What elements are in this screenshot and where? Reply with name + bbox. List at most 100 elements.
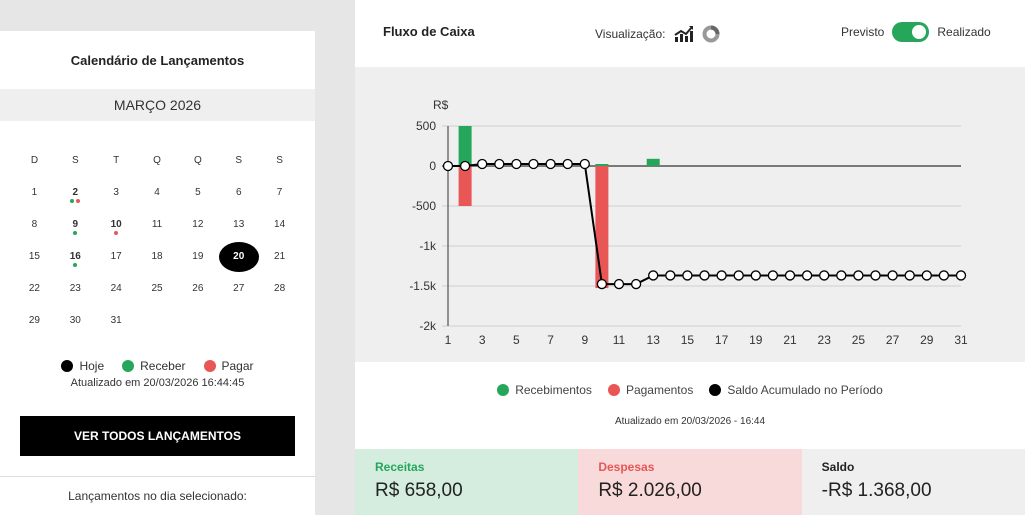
- month-label[interactable]: MARÇO 2026: [0, 89, 315, 121]
- day-number: 4: [154, 187, 160, 198]
- day-number: 5: [195, 187, 201, 198]
- view-all-button[interactable]: VER TODOS LANÇAMENTOS: [20, 416, 295, 456]
- y-tick-label: 0: [429, 159, 436, 173]
- line-chart-icon[interactable]: [673, 26, 694, 42]
- day-number: 31: [110, 315, 122, 326]
- calendar-day[interactable]: 28: [259, 273, 300, 305]
- x-tick-label: 29: [920, 333, 934, 347]
- chart-svg: R$5000-500-1k-1.5k-2k1 3 5 7 9 11 13 15 17 19 21 23…: [409, 98, 968, 347]
- day-number: 7: [276, 187, 283, 198]
- calendar-day[interactable]: 25: [137, 273, 178, 305]
- calendar-day[interactable]: 3: [96, 177, 137, 209]
- calendar-week: 29 30 31: [14, 305, 300, 337]
- toggle-knob: [912, 25, 927, 39]
- balance-point: [733, 270, 744, 281]
- calendar-day[interactable]: 23: [55, 273, 96, 305]
- balance-point: [870, 270, 881, 281]
- pay-dot-icon: [203, 360, 216, 372]
- y-tick-label: -1k: [419, 239, 437, 253]
- calendar-day[interactable]: 8: [14, 209, 55, 241]
- day-number: 25: [151, 283, 163, 294]
- calendar-day[interactable]: 5: [177, 177, 218, 209]
- donut-chart-icon[interactable]: [702, 25, 720, 43]
- balance-point: [801, 270, 813, 281]
- x-tick-label: 9: [581, 333, 588, 347]
- previsto-realizado-toggle[interactable]: [892, 22, 930, 42]
- legend-today: Hoje: [61, 359, 104, 373]
- x-tick-label: 1: [445, 333, 452, 347]
- calendar-day[interactable]: 30: [55, 305, 96, 337]
- day-number: 21: [274, 251, 286, 262]
- day-number: 14: [274, 219, 286, 230]
- day-number: 15: [28, 251, 40, 262]
- calendar-day[interactable]: 2: [55, 177, 96, 209]
- calendar-day[interactable]: 19: [177, 241, 218, 273]
- calendar-day[interactable]: 22: [14, 273, 55, 305]
- day-number: 8: [31, 219, 38, 230]
- weekday-label: S: [71, 155, 79, 166]
- receitas-value: R$ 658,00: [375, 480, 463, 501]
- calendar-day[interactable]: 12: [177, 209, 218, 241]
- x-tick-label: 23: [818, 333, 832, 347]
- calendar-week: 8 9 10 11 12 13 14: [14, 209, 300, 241]
- calendar-day[interactable]: 26: [177, 273, 218, 305]
- receive-dot-icon: [122, 360, 135, 372]
- day-dot-icon: [76, 199, 81, 203]
- x-tick-label: 31: [954, 333, 968, 347]
- x-tick-label: 21: [783, 333, 797, 347]
- calendar-day[interactable]: 13: [218, 209, 259, 241]
- calendar-day-today[interactable]: 20: [218, 241, 259, 273]
- balance-point: [853, 270, 864, 281]
- calendar-day[interactable]: 10: [96, 209, 137, 241]
- x-tick-label: 27: [886, 333, 900, 347]
- day-number: 2: [72, 187, 79, 198]
- calendar-day[interactable]: 7: [259, 177, 300, 209]
- balance-point: [938, 270, 950, 281]
- weekday-label: S: [276, 155, 283, 166]
- calendar-day[interactable]: 29: [14, 305, 55, 337]
- calendar-day[interactable]: 27: [218, 273, 259, 305]
- weekday-label: Q: [193, 155, 202, 166]
- visualization-switcher: Visualização:: [595, 25, 720, 43]
- y-tick-label: -1.5k: [409, 279, 437, 293]
- payment-bar: [458, 166, 472, 206]
- y-tick-label: -500: [412, 199, 436, 213]
- calendar-day[interactable]: 4: [137, 177, 178, 209]
- calendar-day[interactable]: 15: [14, 241, 55, 273]
- legend-receipts[interactable]: Recebimentos: [497, 383, 592, 397]
- balance-point: [459, 160, 471, 172]
- payment-bar: [595, 166, 609, 289]
- calendar-week: 22 23 24 25 26 27 28: [14, 273, 300, 305]
- legend-balance[interactable]: Saldo Acumulado no Período: [709, 383, 883, 397]
- calendar-day[interactable]: 1: [14, 177, 55, 209]
- despesas-box: Despesas R$ 2.026,00: [578, 449, 802, 515]
- calendar-day[interactable]: 24: [96, 273, 137, 305]
- legend-payments[interactable]: Pagamentos: [607, 383, 693, 397]
- calendar-day[interactable]: 14: [259, 209, 300, 241]
- toggle-left-label: Previsto: [841, 25, 885, 39]
- calendar-day[interactable]: 6: [218, 177, 259, 209]
- calendar-day[interactable]: 16: [55, 241, 96, 273]
- balance-point: [784, 270, 796, 281]
- legend-today-label: Hoje: [79, 359, 105, 373]
- day-number: 29: [28, 315, 40, 326]
- day-number: 3: [113, 187, 119, 198]
- day-number: 1: [31, 187, 38, 198]
- calendar-day[interactable]: 17: [96, 241, 137, 273]
- calendar-day[interactable]: 31: [96, 305, 137, 337]
- day-dot-icon: [70, 199, 75, 203]
- balance-point: [682, 270, 693, 281]
- visualization-label: Visualização:: [595, 27, 666, 41]
- calendar-day[interactable]: 21: [259, 241, 300, 273]
- calendar-day[interactable]: 9: [55, 209, 96, 241]
- previsto-realizado-toggle-group: Previsto Realizado: [841, 22, 991, 42]
- divider: [0, 476, 315, 477]
- calendar-day[interactable]: 11: [137, 209, 178, 241]
- calendar-title: Calendário de Lançamentos: [70, 53, 245, 68]
- cashflow-chart: R$ 500 0 -500 -1k -1.5k -2k 1 3 5 7 9 11 13 15 17 19 21 23…: [355, 67, 1025, 362]
- day-number: 28: [274, 283, 286, 294]
- day-number: 30: [69, 315, 81, 326]
- balance-point: [613, 278, 625, 290]
- calendar-day[interactable]: 18: [137, 241, 178, 273]
- legend-receive: Receber: [122, 359, 186, 373]
